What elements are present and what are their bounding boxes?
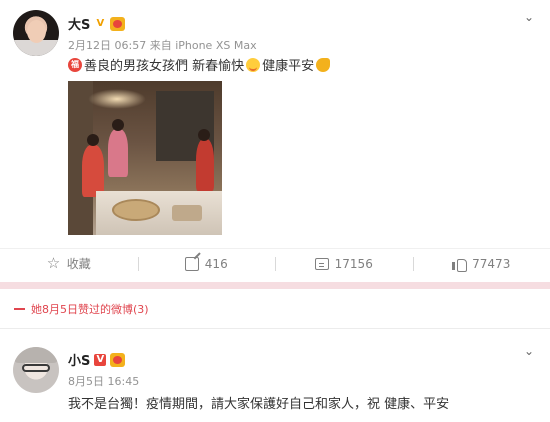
chevron-down-icon[interactable]: ⌄	[522, 10, 536, 24]
divider	[0, 328, 550, 329]
comment-count: 17156	[334, 256, 373, 271]
like-count: 77473	[472, 256, 511, 271]
verified-badge-icon: V	[94, 353, 107, 366]
post-text: 我不是台獨！疫情期間，請大家保護好自己和家人，祝 健康、平安	[68, 393, 449, 412]
repost-count: 416	[204, 256, 228, 271]
post-source: 来自 iPhone XS Max	[149, 39, 257, 52]
thumbs-up-icon	[452, 257, 468, 272]
author-row: 大S V	[68, 14, 126, 33]
like-button[interactable]: 77473	[412, 249, 550, 278]
avatar[interactable]	[13, 347, 59, 393]
post-text-tail: 健康平安	[262, 59, 315, 74]
post-action-bar: 收藏 416 17156 77473	[0, 248, 550, 278]
post-text-main: 我不是台獨！疫情期間，請大家保護好自己和家人，祝 健康、平安	[68, 397, 450, 412]
red-envelope-emoji-icon: 福	[68, 57, 82, 72]
chevron-down-icon[interactable]: ⌄	[522, 344, 536, 358]
repost-button[interactable]: 416	[137, 249, 276, 278]
avatar[interactable]	[13, 10, 59, 56]
post-meta: 8月5日 16:45	[68, 373, 139, 389]
member-crown-icon	[110, 16, 126, 31]
author-row: 小S V	[68, 350, 126, 369]
verified-badge-icon: V	[96, 17, 105, 29]
repost-icon	[184, 256, 199, 271]
author-name[interactable]: 小S	[68, 350, 90, 369]
weibo-post-1: 大S V ⌄ 2月12日 06:57 来自 iPhone XS Max 福 善良…	[0, 0, 550, 246]
comment-icon	[314, 257, 329, 270]
post-time[interactable]: 8月5日 16:45	[68, 375, 139, 388]
collect-label: 收藏	[66, 257, 91, 271]
comment-button[interactable]: 17156	[275, 249, 413, 278]
liked-banner-text[interactable]: 她8月5日赞过的微博(3)	[31, 301, 149, 317]
post-text-main: 善良的男孩女孩們 新春愉快	[84, 59, 245, 74]
author-name[interactable]: 大S	[68, 14, 90, 33]
post-time[interactable]: 2月12日 06:57	[68, 39, 146, 52]
section-divider	[0, 282, 550, 289]
post-meta: 2月12日 06:57 来自 iPhone XS Max	[68, 37, 257, 53]
star-icon	[47, 254, 61, 272]
collect-button[interactable]: 收藏	[0, 249, 138, 278]
member-crown-icon	[110, 352, 126, 367]
smile-emoji-icon	[246, 57, 261, 72]
post-text: 福 善良的男孩女孩們 新春愉快 健康平安	[68, 55, 331, 74]
post-photo[interactable]	[68, 81, 222, 235]
strong-arm-emoji-icon	[316, 57, 331, 72]
dash-icon	[14, 308, 25, 310]
liked-banner[interactable]: 她8月5日赞过的微博(3)	[0, 296, 149, 322]
